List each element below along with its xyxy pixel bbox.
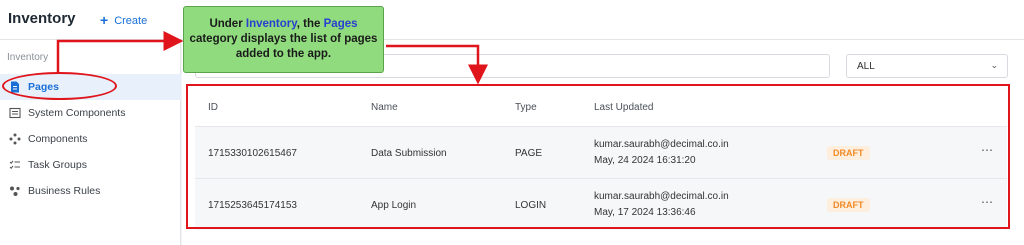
highlight-frame: [186, 84, 1010, 229]
callout-text: Under: [209, 18, 246, 30]
arrow-to-table: [386, 44, 488, 85]
callout-highlight-pages: Pages: [323, 18, 358, 30]
annotation-callout: Under Inventory, the Pages category disp…: [183, 6, 384, 73]
arrow-to-callout: [56, 31, 184, 74]
callout-text: , the: [296, 18, 324, 30]
highlight-ellipse: [2, 72, 117, 100]
callout-highlight-inventory: Inventory: [245, 18, 297, 30]
callout-text: category displays the list of pages adde…: [189, 33, 378, 60]
